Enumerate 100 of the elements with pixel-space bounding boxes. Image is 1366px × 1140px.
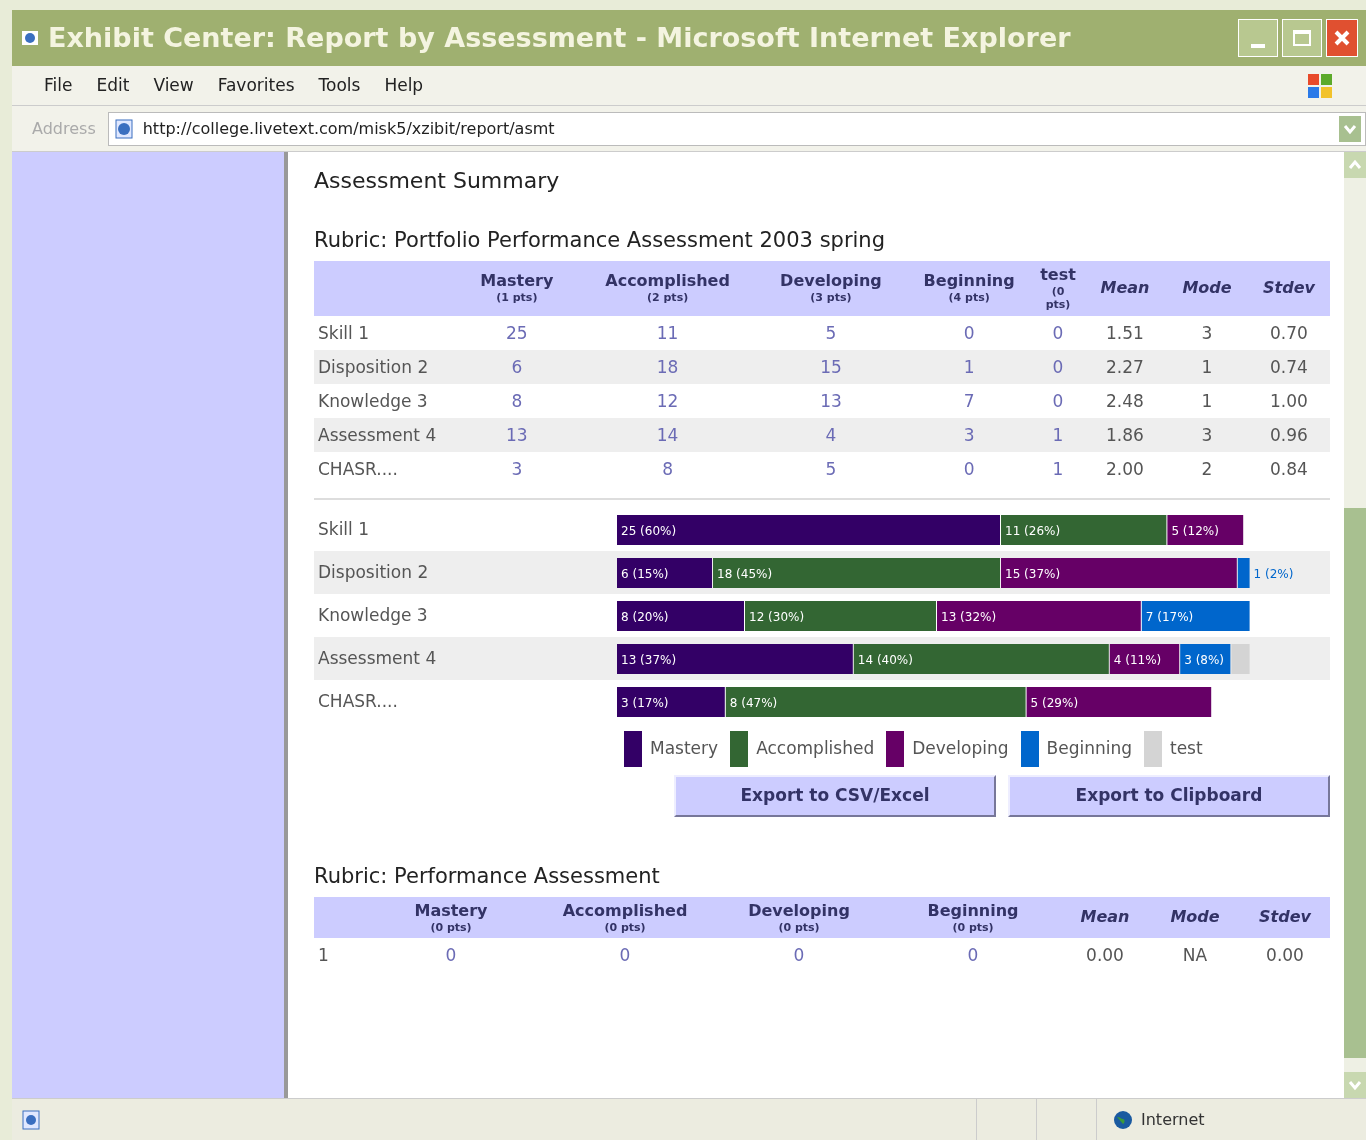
menu-item[interactable]: Edit xyxy=(96,72,130,99)
count-link[interactable]: 13 xyxy=(820,391,842,411)
column-header: Stdev xyxy=(1259,906,1311,929)
count-link[interactable]: 14 xyxy=(656,425,679,445)
count-link[interactable]: 5 xyxy=(825,323,837,343)
bar-label: 6 (15%) xyxy=(620,566,669,581)
table-cell: 1 xyxy=(1201,391,1213,411)
points-label: (3 pts) xyxy=(810,291,852,306)
bar-label: 3 (17%) xyxy=(620,695,669,710)
count-link[interactable]: 8 xyxy=(511,391,523,411)
count-link[interactable]: 3 xyxy=(963,425,975,445)
menu-item[interactable]: Favorites xyxy=(217,72,295,99)
legend-swatch xyxy=(886,731,905,767)
points-label: (2 pts) xyxy=(647,291,689,306)
chart-row-label: CHASR.... xyxy=(317,689,399,713)
table-cell: 1.86 xyxy=(1106,425,1144,445)
window-title: Exhibit Center: Report by Assessment - Microsoft Internet Explorer xyxy=(48,20,1072,55)
address-field[interactable]: http://college.livetext.com/misk5/xzibit/report/asmt xyxy=(107,111,1366,146)
export-button[interactable]: Export to CSV/Excel xyxy=(674,775,996,817)
count-link[interactable]: 0 xyxy=(445,945,457,966)
count-link[interactable]: 0 xyxy=(1052,323,1064,343)
export-button[interactable]: Export to Clipboard xyxy=(1008,775,1330,817)
scroll-down-icon[interactable] xyxy=(1344,1072,1366,1098)
chart-row-label: Skill 1 xyxy=(317,517,371,541)
bar-label: 8 (20%) xyxy=(620,609,669,624)
legend-label: test xyxy=(1170,737,1203,761)
row-name: Assessment 4 xyxy=(318,425,437,445)
scrollbar[interactable] xyxy=(1344,152,1366,1098)
table-cell: 0.00 xyxy=(1086,945,1124,966)
points-label: (0 pts) xyxy=(430,920,472,935)
count-link[interactable]: 3 xyxy=(511,459,523,479)
globe-icon xyxy=(1113,1109,1133,1130)
legend-swatch xyxy=(1020,731,1039,767)
count-link[interactable]: 12 xyxy=(656,391,679,411)
points-label: (0 pts) xyxy=(604,920,646,935)
bar-label: 14 (40%) xyxy=(857,652,913,667)
count-link[interactable]: 0 xyxy=(793,945,805,966)
column-header: Developing xyxy=(780,271,882,292)
count-link[interactable]: 0 xyxy=(963,459,975,479)
table-cell: 1 xyxy=(1201,357,1213,377)
bar-label: 7 (17%) xyxy=(1145,609,1194,624)
count-link[interactable]: 6 xyxy=(511,357,523,377)
count-link[interactable]: 4 xyxy=(825,425,837,445)
table-cell: 1.00 xyxy=(1270,391,1308,411)
count-link[interactable]: 11 xyxy=(656,323,679,343)
table-cell: 2.27 xyxy=(1106,357,1144,377)
count-link[interactable]: 18 xyxy=(656,357,679,377)
legend-label: Developing xyxy=(912,737,1009,761)
count-link[interactable]: 0 xyxy=(1052,391,1064,411)
count-link[interactable]: 1 xyxy=(963,357,975,377)
count-link[interactable]: 0 xyxy=(1052,357,1064,377)
points-label: (0 pts) xyxy=(778,920,820,935)
table-cell: 2.48 xyxy=(1106,391,1144,411)
table-cell: 3 xyxy=(1201,323,1213,343)
count-link[interactable]: 25 xyxy=(506,323,528,343)
count-link[interactable]: 1 xyxy=(1052,459,1064,479)
count-link[interactable]: 0 xyxy=(963,323,975,343)
table-cell: 2.00 xyxy=(1106,459,1144,479)
column-header: Developing xyxy=(748,900,850,921)
zone-label: Internet xyxy=(1141,1108,1205,1131)
table-cell: NA xyxy=(1182,945,1208,966)
menu-item[interactable]: File xyxy=(44,72,73,99)
count-link[interactable]: 13 xyxy=(506,425,528,445)
row-name: Disposition 2 xyxy=(318,357,429,377)
count-link[interactable]: 5 xyxy=(825,459,837,479)
scroll-up-icon[interactable] xyxy=(1344,152,1366,178)
maximize-icon[interactable] xyxy=(1282,19,1322,57)
count-link[interactable]: 15 xyxy=(820,357,842,377)
chart-row-label: Disposition 2 xyxy=(317,560,430,584)
bar-label: 13 (32%) xyxy=(940,609,997,624)
legend-label: Mastery xyxy=(650,737,719,761)
count-link[interactable]: 7 xyxy=(963,391,975,411)
browser-icon xyxy=(20,28,40,48)
row-name: 1 xyxy=(318,945,329,966)
points-label: (1 pts) xyxy=(496,291,538,306)
bar-label: 25 (60%) xyxy=(620,523,677,538)
rubric-title: Rubric: Portfolio Performance Assessment 2003 spring xyxy=(314,227,886,254)
count-link[interactable]: 0 xyxy=(619,945,631,966)
table-cell: 2 xyxy=(1201,459,1213,479)
minimize-icon[interactable] xyxy=(1238,19,1278,57)
row-name: Skill 1 xyxy=(318,323,370,343)
bar-label: 15 (37%) xyxy=(1004,566,1061,581)
table-cell: 0.70 xyxy=(1270,323,1308,343)
column-header: Mastery xyxy=(414,900,488,921)
bar-label: 13 (37%) xyxy=(620,652,677,667)
column-header: Mode xyxy=(1170,906,1220,929)
menu-item[interactable]: Tools xyxy=(318,72,361,99)
legend-swatch xyxy=(624,731,642,767)
windows-logo-icon xyxy=(1306,71,1334,100)
menu-item[interactable]: Help xyxy=(384,72,424,99)
column-header: Accomplished xyxy=(562,900,688,921)
points-label: (0 pts) xyxy=(1044,284,1072,312)
count-link[interactable]: 1 xyxy=(1052,425,1064,445)
scroll-thumb[interactable] xyxy=(1344,508,1366,1058)
close-icon[interactable] xyxy=(1326,19,1358,57)
table-cell: 0.00 xyxy=(1266,945,1304,966)
column-header: Accomplished xyxy=(605,271,730,292)
menu-item[interactable]: View xyxy=(153,72,194,99)
count-link[interactable]: 8 xyxy=(662,459,673,479)
count-link[interactable]: 0 xyxy=(967,945,979,966)
